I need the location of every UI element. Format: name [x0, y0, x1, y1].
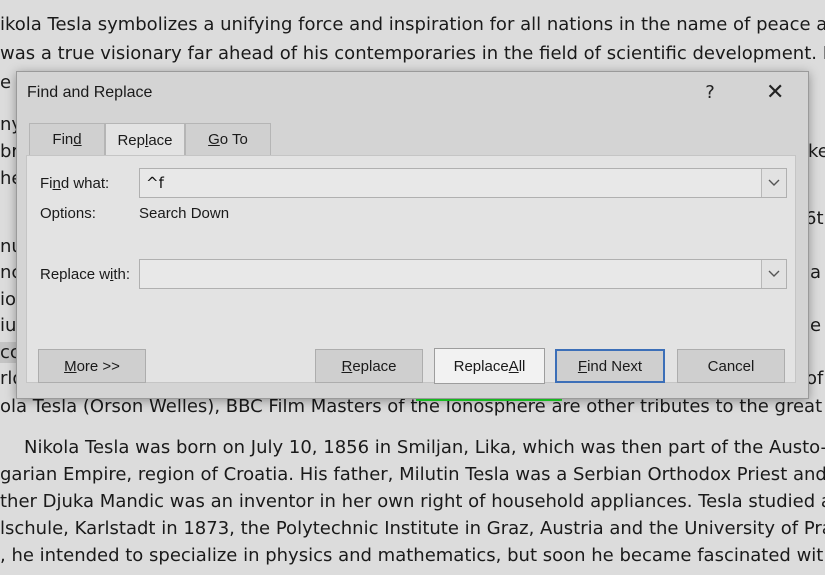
- doc-line-1: ikola Tesla symbolizes a unifying force …: [0, 14, 825, 35]
- doc-frag: iu: [0, 315, 17, 336]
- options-value: Search Down: [139, 205, 230, 222]
- chevron-down-icon: [768, 179, 780, 186]
- doc-frag: e: [0, 72, 12, 93]
- replace-all-key: A: [508, 357, 519, 375]
- tab-goto[interactable]: Go To: [185, 123, 271, 155]
- tab-goto-label-post: o To: [219, 131, 248, 148]
- replace-button[interactable]: Replace: [315, 349, 423, 383]
- doc-line-8: , he intended to specialize in physics a…: [0, 545, 825, 566]
- find-next-key: F: [577, 357, 588, 375]
- tab-find[interactable]: Fin d: [29, 123, 105, 155]
- tab-goto-label-key: G: [208, 131, 220, 148]
- replace-with-input[interactable]: [139, 259, 787, 289]
- tab-replace[interactable]: Rep l ace: [105, 123, 185, 156]
- options-label: Options:: [40, 205, 96, 222]
- doc-line-7: lschule, Karlstadt in 1873, the Polytech…: [0, 518, 825, 539]
- doc-line-4: Nikola Tesla was born on July 10, 1856 i…: [24, 437, 825, 458]
- doc-frag: io: [0, 289, 17, 310]
- find-history-dropdown[interactable]: [761, 169, 786, 197]
- find-replace-dialog: Find and Replace ? ✕ Fin d Rep l ace Go To …: [16, 71, 809, 399]
- help-button[interactable]: ?: [695, 78, 725, 106]
- dialog-title: Find and Replace: [27, 84, 153, 101]
- replace-all-button[interactable]: Replace All: [434, 348, 545, 384]
- tab-replace-label-post: ace: [148, 131, 173, 149]
- find-next-button[interactable]: Find Next: [555, 349, 665, 383]
- more-key: M: [64, 357, 77, 375]
- tab-find-label-pre: Fin: [52, 131, 74, 148]
- doc-line-5: garian Empire, region of Croatia. His fa…: [0, 464, 825, 485]
- find-what-label: Find what:: [40, 175, 109, 192]
- find-next-rest: ind Next: [587, 357, 643, 375]
- close-icon: ✕: [766, 79, 785, 105]
- find-label-pre: Fi: [40, 175, 53, 192]
- doc-line-3: ola Tesla (Orson Welles), BBC Film Maste…: [0, 396, 825, 417]
- replace-rest: eplace: [352, 357, 397, 375]
- doc-line-2: was a true visionary far ahead of his co…: [0, 43, 825, 64]
- doc-frag: ke: [808, 141, 825, 162]
- replace-all-pre: Replace: [453, 357, 509, 375]
- replace-history-dropdown[interactable]: [761, 260, 786, 288]
- replace-label-pre: Replace w: [40, 266, 111, 283]
- cancel-button[interactable]: Cancel: [677, 349, 785, 383]
- replace-label-post: th:: [113, 266, 131, 283]
- doc-frag: a: [810, 262, 822, 283]
- find-label-key: n: [52, 175, 61, 192]
- find-label-post: d what:: [60, 175, 110, 192]
- tab-find-label-key: d: [73, 131, 82, 148]
- close-button[interactable]: ✕: [760, 78, 790, 106]
- chevron-down-icon: [768, 270, 780, 277]
- doc-line-6: ther Djuka Mandic was an inventor in her…: [0, 491, 825, 512]
- find-what-value: ^f: [146, 174, 164, 192]
- replace-all-post: ll: [518, 357, 526, 375]
- tab-replace-label-pre: Rep: [117, 131, 145, 149]
- more-button[interactable]: More >>: [38, 349, 146, 383]
- replace-with-label: Replace with:: [40, 266, 130, 283]
- more-rest: ore >>: [76, 357, 120, 375]
- find-what-input[interactable]: ^f: [139, 168, 787, 198]
- replace-key: R: [341, 357, 353, 375]
- doc-frag: e: [810, 315, 822, 336]
